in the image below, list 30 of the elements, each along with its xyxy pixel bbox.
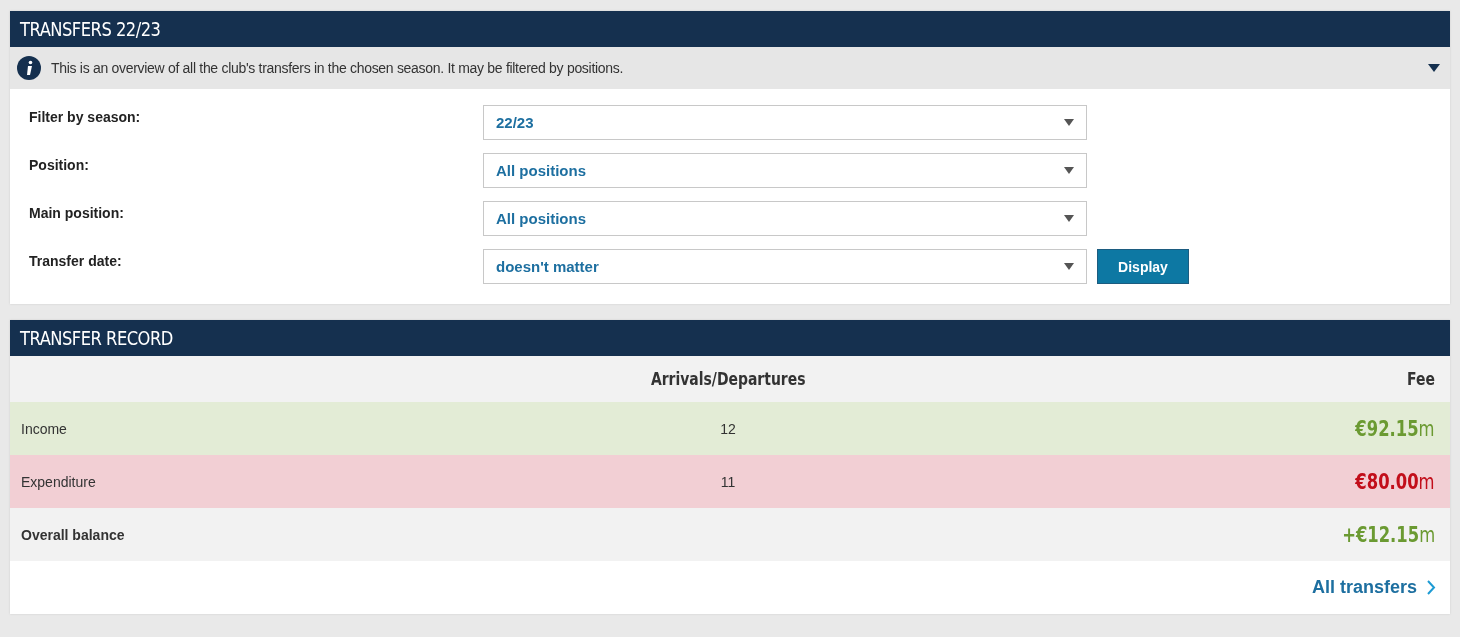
fee-amount: €80.00m (1355, 469, 1435, 494)
info-text: This is an overview of all the club's transfers in the chosen season. It may be filtered by positions. (51, 60, 625, 76)
filter-label: Main position: (29, 204, 125, 221)
chevron-right-icon (1427, 580, 1436, 595)
row-label: Income (21, 420, 68, 437)
all-transfers-link[interactable]: All transfers (1311, 577, 1436, 598)
info-icon (17, 56, 41, 80)
display-button[interactable]: Display (1097, 249, 1189, 284)
row-label: Expenditure (21, 473, 97, 490)
fee-amount: +€12.15m (1342, 522, 1435, 547)
dropdown[interactable]: All positions (483, 201, 1087, 236)
caret-icon[interactable] (1428, 64, 1440, 72)
panel-title: TRANSFER RECORD (20, 327, 173, 349)
dropdown[interactable]: All positions (483, 153, 1087, 188)
filter-label: Position: (29, 156, 90, 173)
filter-label: Filter by season: (29, 108, 142, 125)
count-cell-text: 12 (719, 420, 737, 437)
fee-amount: €92.15m (1355, 416, 1435, 441)
column-header: Arrivals/Departures (650, 369, 806, 389)
dropdown[interactable]: 22/23 (483, 105, 1087, 140)
dropdown-arrow-icon (1064, 119, 1074, 126)
panel-title: TRANSFERS 22/23 (20, 18, 161, 40)
dropdown-arrow-icon (1064, 167, 1074, 174)
column-header: Fee (1407, 369, 1435, 389)
dropdown-arrow-icon (1064, 215, 1074, 222)
dropdown[interactable]: doesn't matter (483, 249, 1087, 284)
row-label: Overall balance (21, 526, 126, 543)
count-cell-text: 11 (719, 473, 737, 490)
filter-label: Transfer date: (29, 252, 123, 269)
dropdown-arrow-icon (1064, 263, 1074, 270)
